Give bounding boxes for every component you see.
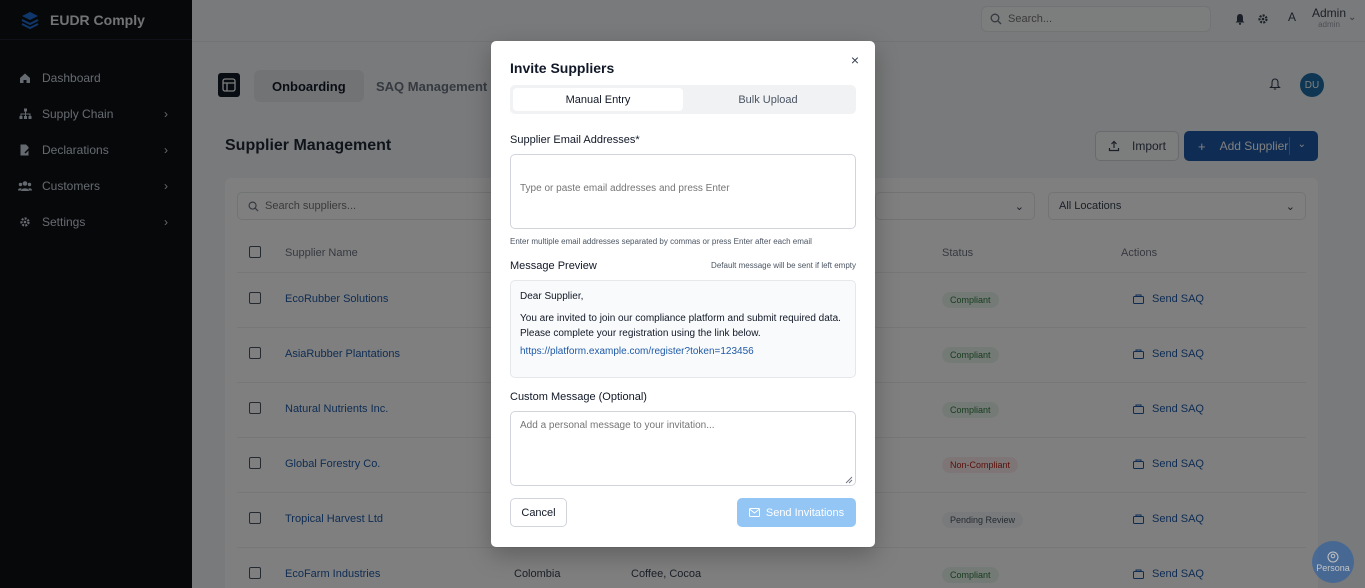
email-field-label: Supplier Email Addresses* — [510, 134, 640, 146]
tab-bulk-upload[interactable]: Bulk Upload — [683, 88, 853, 111]
custom-message-label: Custom Message (Optional) — [510, 391, 647, 403]
custom-message-field[interactable] — [510, 411, 856, 486]
persona-icon — [1327, 551, 1339, 563]
preview-greeting: Dear Supplier, — [520, 291, 584, 302]
email-hint: Enter multiple email addresses separated… — [510, 237, 812, 246]
mail-icon — [748, 508, 760, 517]
send-invitations-label: Send Invitations — [765, 506, 845, 519]
message-preview: Dear Supplier, You are invited to join o… — [510, 280, 856, 378]
resize-handle-icon[interactable] — [845, 476, 853, 484]
message-preview-hint: Default message will be sent if left emp… — [711, 261, 856, 270]
preview-body: You are invited to join our compliance p… — [520, 313, 841, 339]
persona-label: Persona — [1316, 563, 1350, 573]
invite-suppliers-dialog: Invite Suppliers × Manual Entry Bulk Upl… — [491, 41, 875, 547]
send-invitations-button[interactable]: Send Invitations — [737, 498, 856, 527]
email-field[interactable] — [510, 154, 856, 229]
preview-link[interactable]: https://platform.example.com/register?to… — [520, 346, 846, 357]
persona-button[interactable]: Persona — [1312, 541, 1354, 583]
tab-manual-entry[interactable]: Manual Entry — [513, 88, 683, 111]
close-icon[interactable]: × — [848, 52, 862, 68]
dialog-title: Invite Suppliers — [510, 60, 615, 76]
message-preview-label: Message Preview — [510, 260, 597, 272]
email-input[interactable] — [520, 183, 840, 194]
cancel-button[interactable]: Cancel — [510, 498, 567, 527]
entry-mode-tabs: Manual Entry Bulk Upload — [510, 85, 856, 114]
